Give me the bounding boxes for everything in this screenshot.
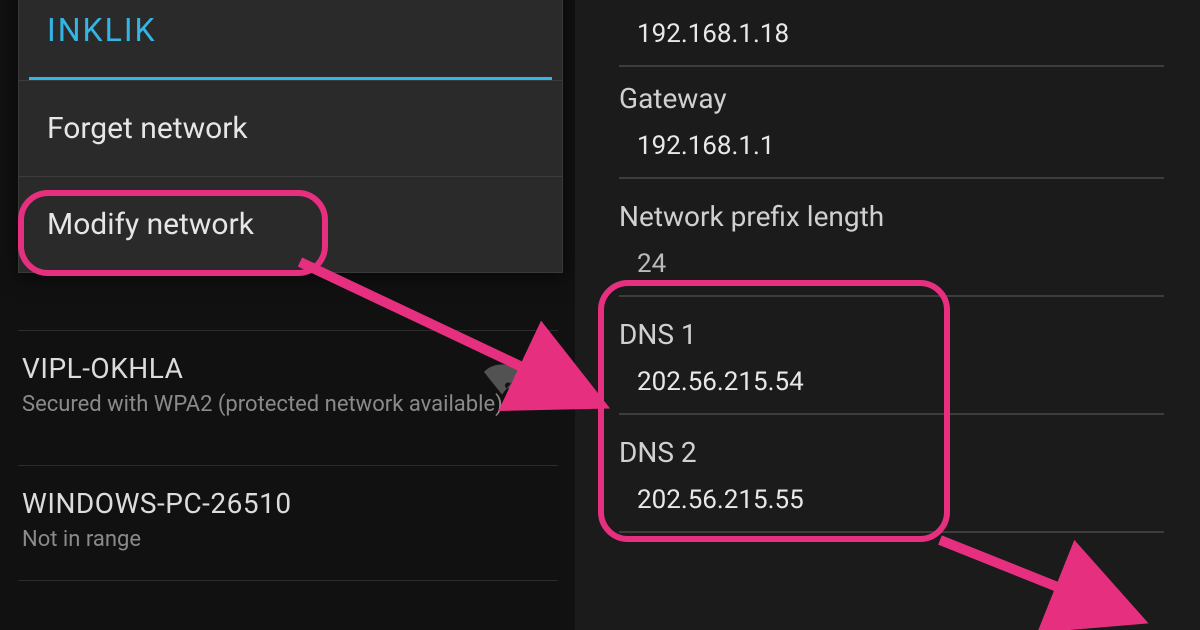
wifi-subtitle: Secured with WPA2 (protected network ava…: [22, 391, 552, 419]
dns1-field[interactable]: 202.56.215.54: [619, 361, 1164, 415]
network-context-popup: INKLIK Forget network Modify network: [18, 0, 563, 273]
list-divider: [18, 465, 558, 466]
dns2-label: DNS 2: [619, 436, 1164, 469]
ip-address-label: IP address: [619, 0, 1164, 3]
prefix-length-label: Network prefix length: [619, 200, 1164, 233]
ip-address-field[interactable]: 192.168.1.18: [619, 13, 1164, 67]
wifi-list-panel: INKLIK Forget network Modify network VIP…: [0, 0, 575, 630]
popup-network-name: INKLIK: [19, 0, 562, 77]
wifi-entry-vipl[interactable]: VIPL-OKHLA Secured with WPA2 (protected …: [22, 352, 552, 419]
wifi-signal-icon: [484, 360, 520, 396]
modify-network-item[interactable]: Modify network: [19, 176, 562, 272]
gateway-label: Gateway: [619, 82, 1164, 115]
list-divider: [18, 330, 558, 331]
network-details-panel: IP address 192.168.1.18 Gateway 192.168.…: [575, 0, 1200, 630]
prefix-length-field[interactable]: 24: [619, 243, 1164, 297]
forget-network-item[interactable]: Forget network: [19, 80, 562, 176]
wifi-subtitle: Not in range: [22, 526, 552, 554]
wifi-ssid: VIPL-OKHLA: [22, 352, 552, 385]
list-divider: [18, 580, 558, 581]
dns2-field[interactable]: 202.56.215.55: [619, 479, 1164, 533]
wifi-ssid: WINDOWS-PC-26510: [22, 487, 552, 520]
gateway-field[interactable]: 192.168.1.1: [619, 125, 1164, 179]
dns1-label: DNS 1: [619, 318, 1164, 351]
wifi-entry-windows[interactable]: WINDOWS-PC-26510 Not in range: [22, 487, 552, 554]
